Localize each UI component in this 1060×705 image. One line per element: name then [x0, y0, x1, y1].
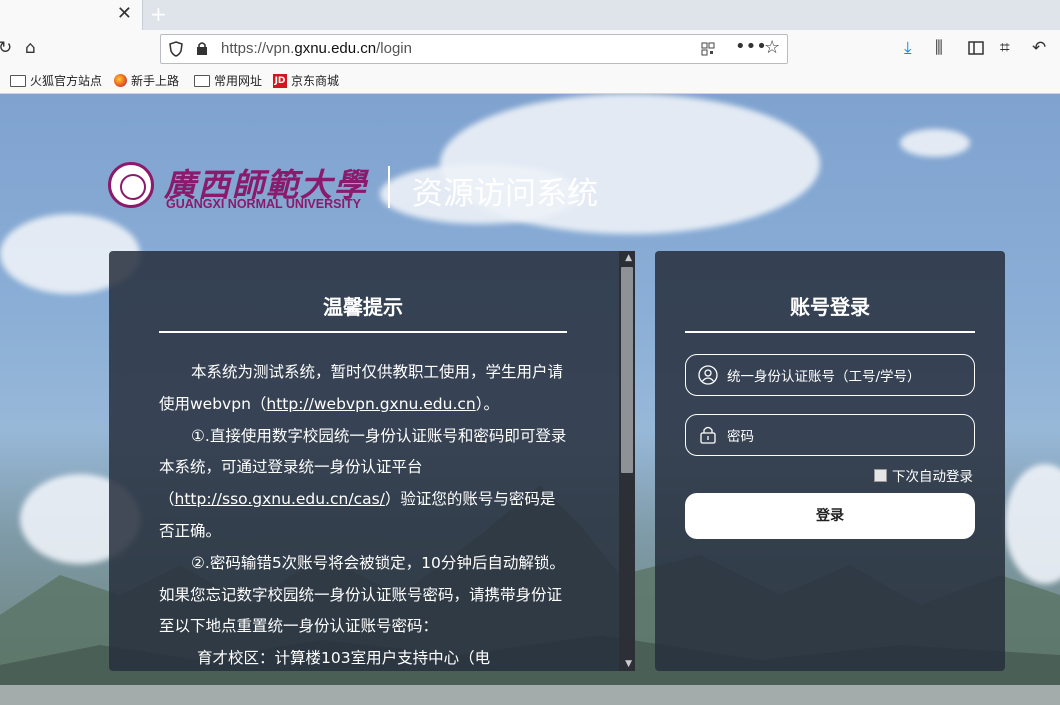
notice-panel: 温馨提示 本系统为测试系统，暂时仅供教职工使用，学生用户请使用webvpn（ht…	[109, 251, 635, 671]
browser-tab[interactable]: ✕	[0, 0, 143, 30]
university-name-english: GUANGXI NORMAL UNIVERSITY	[166, 197, 361, 211]
screenshot-crop-icon[interactable]: ⌗	[1000, 38, 1010, 58]
sidebar-icon[interactable]	[968, 41, 984, 55]
password-placeholder: 密码	[727, 429, 754, 445]
notice-title: 温馨提示	[323, 295, 403, 319]
bookmark-label: 京东商城	[291, 74, 340, 88]
folder-icon	[194, 74, 210, 87]
logo-divider	[388, 166, 390, 208]
login-page: 廣西師範大學 GUANGXI NORMAL UNIVERSITY 资源访问系统 …	[0, 94, 1060, 705]
bookmark-label: 常用网址	[214, 74, 263, 88]
remember-me-label: 下次自动登录	[892, 469, 973, 485]
bookmark-jd[interactable]: JD 京东商城	[273, 72, 339, 89]
bookmark-label: 新手上路	[131, 74, 180, 88]
home-icon[interactable]: ⌂	[25, 38, 36, 58]
bookmark-star-icon[interactable]: ☆	[764, 37, 780, 58]
sso-link[interactable]: http://sso.gxnu.edu.cn/cas/	[175, 490, 385, 508]
scroll-down-icon[interactable]: ▼	[625, 659, 632, 669]
webvpn-link[interactable]: http://webvpn.gxnu.edu.cn	[266, 395, 475, 413]
jd-icon: JD	[273, 73, 287, 88]
login-title-rule	[685, 331, 975, 333]
tab-bar: ✕ +	[0, 0, 1060, 30]
back-arrow-icon[interactable]: ↶	[1032, 38, 1046, 58]
notice-scrollbar[interactable]: ▲ ▼	[619, 251, 635, 671]
new-tab-icon[interactable]: +	[150, 2, 167, 26]
notice-paragraph: 育才校区：计算楼103室用户支持中心（电	[197, 649, 491, 668]
background-cloud	[900, 129, 970, 157]
remember-me[interactable]: 下次自动登录	[874, 465, 973, 485]
address-bar[interactable]: https://vpn.gxnu.edu.cn/login ••• ☆	[160, 34, 788, 64]
notice-paragraph: ②.密码输错5次账号将会被锁定，10分钟后自动解锁。如果您忘记数字校园统一身份认…	[159, 553, 565, 636]
login-panel: 账号登录 统一身份认证账号（工号/学号） 密码 下次自动登录 登录	[655, 251, 1005, 671]
scroll-up-icon[interactable]: ▲	[625, 253, 632, 263]
qr-code-icon[interactable]	[701, 42, 715, 56]
download-icon[interactable]: ⤓	[904, 38, 912, 58]
url-text[interactable]: https://vpn.gxnu.edu.cn/login	[221, 40, 412, 57]
navigation-toolbar: ↻ ⌂ https://vpn.gxnu.edu.cn/login ••• ☆ …	[0, 30, 1060, 68]
username-placeholder: 统一身份认证账号（工号/学号）	[727, 369, 921, 385]
username-field[interactable]: 统一身份认证账号（工号/学号）	[685, 354, 975, 396]
notice-body: 本系统为测试系统，暂时仅供教职工使用，学生用户请使用webvpn（http://…	[159, 357, 569, 671]
reload-icon[interactable]: ↻	[0, 38, 12, 58]
user-icon	[698, 365, 718, 385]
university-seal-icon	[108, 162, 154, 208]
page-actions-icon[interactable]: •••	[735, 36, 767, 57]
scrollbar-thumb[interactable]	[621, 267, 633, 473]
system-title: 资源访问系统	[412, 176, 598, 212]
password-field[interactable]: 密码	[685, 414, 975, 456]
login-button[interactable]: 登录	[685, 493, 975, 539]
bookmark-common-sites[interactable]: 常用网址	[194, 72, 262, 89]
bookmark-firefox-site[interactable]: 火狐官方站点	[10, 72, 102, 89]
login-title: 账号登录	[790, 295, 870, 319]
lock-icon	[700, 426, 716, 444]
remember-me-checkbox[interactable]	[874, 468, 887, 482]
notice-paragraph: ①.直接使用数字校园统一身份认证账号和密码即可登录本系统，可通过登录统一身份认证…	[159, 426, 567, 540]
close-tab-icon[interactable]: ✕	[117, 4, 132, 24]
lock-icon[interactable]	[196, 41, 208, 56]
firefox-icon	[114, 74, 127, 87]
bookmark-getting-started[interactable]: 新手上路	[114, 72, 179, 89]
notice-title-rule	[159, 331, 567, 333]
shield-icon[interactable]	[169, 41, 183, 57]
notice-paragraph: 本系统为测试系统，暂时仅供教职工使用，学生用户请使用webvpn（http://…	[159, 363, 564, 413]
library-icon[interactable]: ⫼	[935, 38, 943, 58]
folder-icon	[10, 74, 26, 87]
bookmarks-toolbar: 火狐官方站点 新手上路 常用网址 JD 京东商城	[0, 68, 1060, 94]
bookmark-label: 火狐官方站点	[30, 74, 103, 88]
